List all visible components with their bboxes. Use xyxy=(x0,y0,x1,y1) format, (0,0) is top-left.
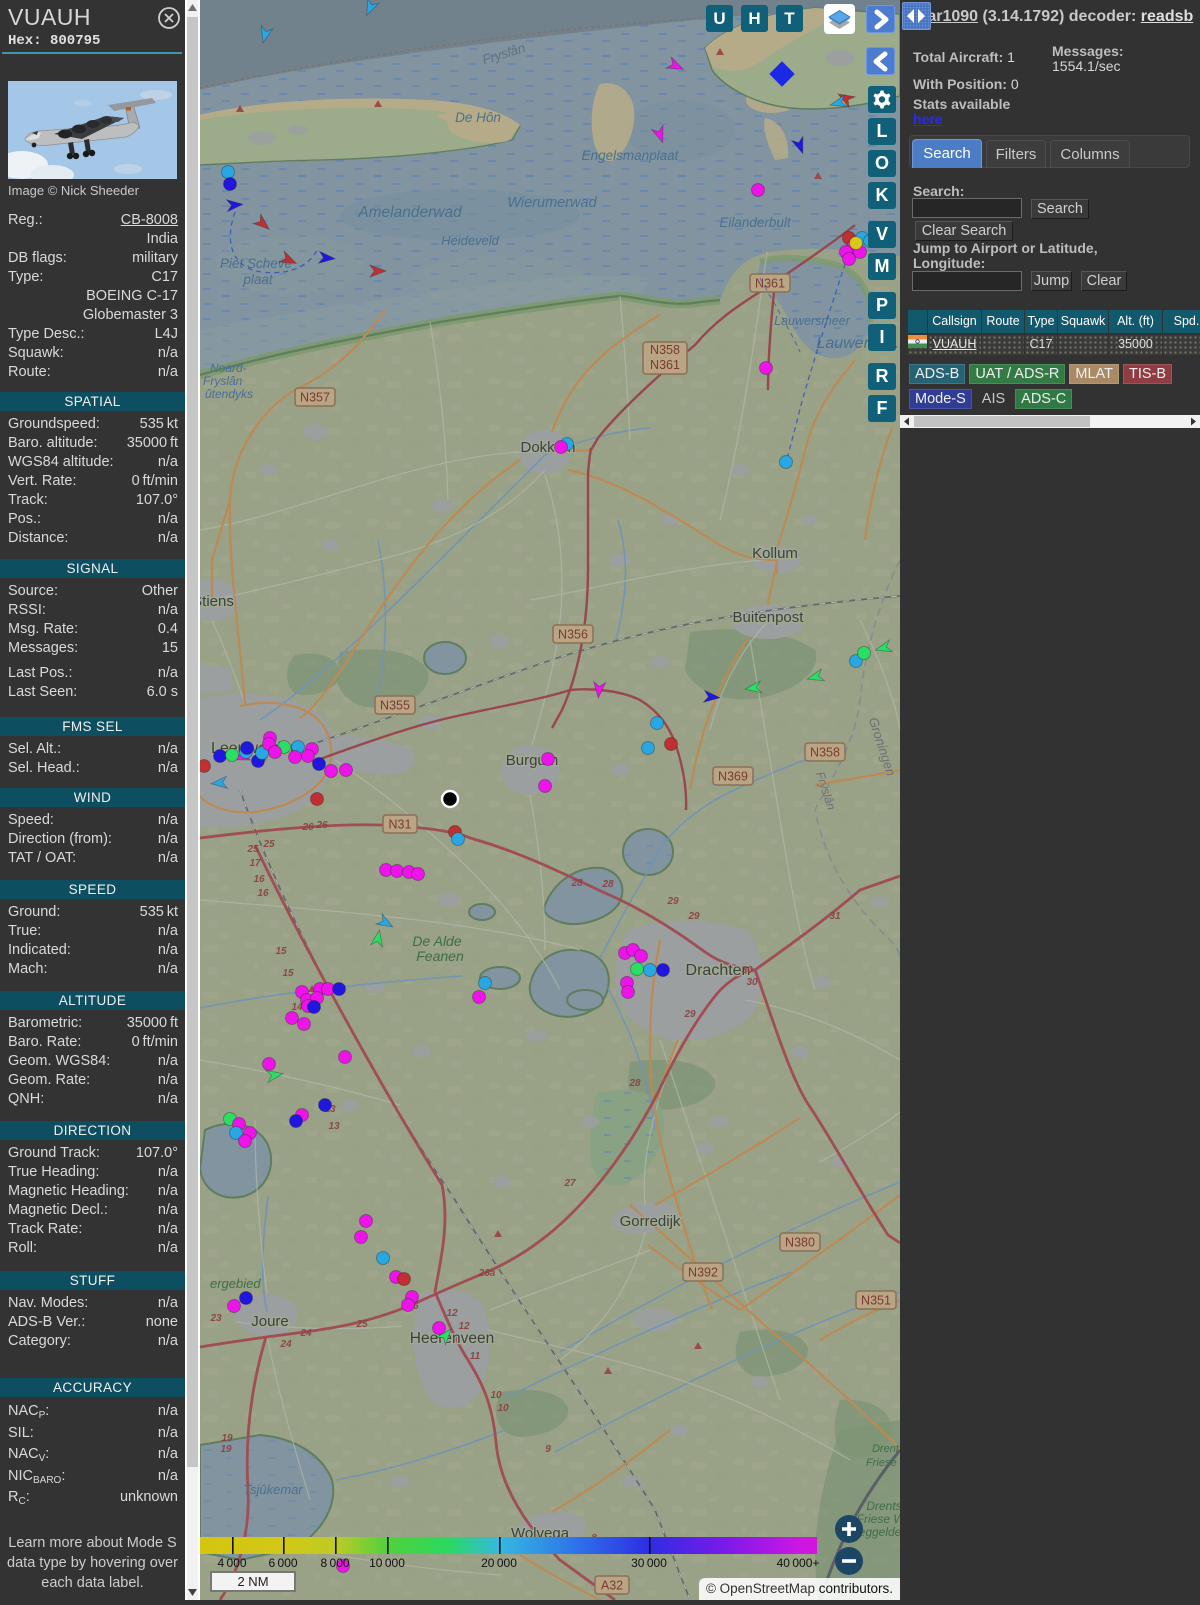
svg-text:23: 23 xyxy=(209,1313,222,1324)
svg-text:Heideveld: Heideveld xyxy=(441,233,500,248)
svg-text:10: 10 xyxy=(497,1403,509,1414)
svg-text:20 000: 20 000 xyxy=(481,1556,517,1570)
svg-text:31: 31 xyxy=(829,911,841,922)
svg-text:28: 28 xyxy=(570,878,583,889)
svg-text:N361: N361 xyxy=(650,358,680,372)
svg-text:19: 19 xyxy=(220,1444,232,1455)
svg-text:Friese W: Friese W xyxy=(866,1457,900,1469)
svg-text:Wierumerwad: Wierumerwad xyxy=(507,195,597,211)
svg-text:Lauwersmeer: Lauwersmeer xyxy=(774,314,851,328)
svg-text:N357: N357 xyxy=(300,391,330,405)
svg-text:Drents-: Drents- xyxy=(866,1499,900,1513)
svg-text:De Alde: De Alde xyxy=(412,933,462,949)
svg-text:40 000+: 40 000+ xyxy=(777,1556,820,1570)
svg-text:29: 29 xyxy=(687,911,700,922)
svg-text:8 000: 8 000 xyxy=(320,1556,349,1570)
svg-text:29: 29 xyxy=(683,1009,696,1020)
svg-text:28: 28 xyxy=(628,1078,641,1089)
svg-text:25: 25 xyxy=(355,1319,368,1330)
svg-text:N358: N358 xyxy=(810,746,840,760)
svg-text:10: 10 xyxy=(490,1390,502,1401)
svg-text:13: 13 xyxy=(328,1121,340,1132)
svg-text:N356: N356 xyxy=(558,628,588,642)
svg-text:30: 30 xyxy=(741,965,753,976)
svg-text:15: 15 xyxy=(282,968,294,979)
svg-text:Feanen: Feanen xyxy=(416,948,464,964)
svg-text:Amelanderwad: Amelanderwad xyxy=(357,204,463,221)
svg-text:N358: N358 xyxy=(650,343,680,357)
svg-text:Drents-: Drents- xyxy=(872,1443,900,1455)
svg-text:30: 30 xyxy=(746,977,758,988)
svg-text:N361: N361 xyxy=(755,277,785,291)
svg-text:17: 17 xyxy=(249,858,261,869)
svg-text:De Hôn: De Hôn xyxy=(455,110,501,125)
svg-text:26a: 26a xyxy=(478,1268,496,1279)
svg-text:A32: A32 xyxy=(601,1579,623,1593)
svg-text:16: 16 xyxy=(253,874,265,885)
svg-text:N355: N355 xyxy=(380,699,410,713)
svg-text:12: 12 xyxy=(458,1321,470,1332)
svg-text:19: 19 xyxy=(221,1433,233,1444)
svg-text:10 000: 10 000 xyxy=(369,1556,405,1570)
svg-text:11: 11 xyxy=(470,1351,481,1362)
svg-text:Stiens: Stiens xyxy=(200,593,234,610)
svg-text:N392: N392 xyxy=(688,1266,718,1280)
svg-text:9: 9 xyxy=(545,1444,551,1455)
svg-text:Heerenveen: Heerenveen xyxy=(410,1330,494,1347)
svg-text:Eilanderbult: Eilanderbult xyxy=(719,215,792,230)
svg-text:Joure: Joure xyxy=(251,1313,289,1330)
svg-text:26: 26 xyxy=(301,822,314,833)
svg-text:27: 27 xyxy=(563,1178,576,1189)
svg-text:N380: N380 xyxy=(785,1236,815,1250)
svg-text:N31: N31 xyxy=(389,818,412,832)
svg-text:30 000: 30 000 xyxy=(631,1556,667,1570)
svg-text:29: 29 xyxy=(666,896,679,907)
svg-text:N351: N351 xyxy=(861,1294,891,1308)
svg-text:Buitenpost: Buitenpost xyxy=(733,609,805,626)
svg-text:Gorredijk: Gorredijk xyxy=(620,1213,681,1230)
svg-text:26: 26 xyxy=(315,820,328,831)
svg-text:Noard-: Noard- xyxy=(210,361,247,375)
svg-text:Kollum: Kollum xyxy=(752,545,798,562)
svg-text:4 000: 4 000 xyxy=(217,1556,246,1570)
svg-text:24: 24 xyxy=(279,1339,292,1350)
svg-text:12: 12 xyxy=(446,1308,458,1319)
svg-text:25: 25 xyxy=(246,844,259,855)
svg-text:28: 28 xyxy=(601,879,614,890)
svg-text:ûtendyks: ûtendyks xyxy=(205,387,253,401)
svg-text:Fryslân: Fryslân xyxy=(203,374,243,388)
svg-text:Engelsmanplaat: Engelsmanplaat xyxy=(582,148,680,163)
svg-text:6 000: 6 000 xyxy=(268,1556,297,1570)
svg-text:Tsjûkemar: Tsjûkemar xyxy=(243,1482,303,1497)
svg-text:Piet Scheve: Piet Scheve xyxy=(220,256,292,271)
svg-text:24: 24 xyxy=(299,1328,312,1339)
svg-text:15: 15 xyxy=(275,946,287,957)
svg-text:16: 16 xyxy=(257,888,269,899)
svg-text:25: 25 xyxy=(262,839,275,850)
svg-text:N369: N369 xyxy=(718,770,748,784)
svg-text:plaat: plaat xyxy=(242,272,274,287)
svg-text:ergebied: ergebied xyxy=(210,1276,261,1291)
